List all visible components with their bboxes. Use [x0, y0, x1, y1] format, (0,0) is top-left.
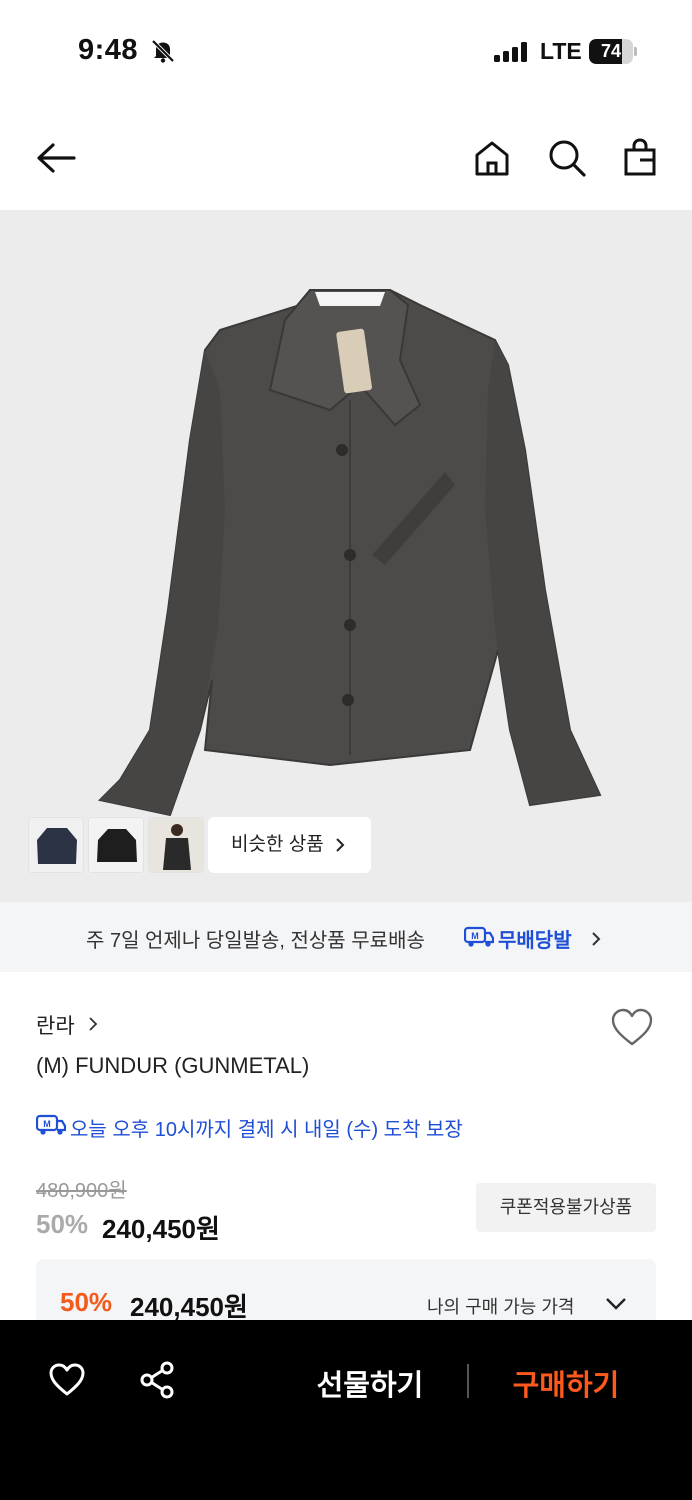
thumbnail-black-jacket[interactable] — [88, 817, 144, 873]
thumbnail-navy-jacket[interactable] — [28, 817, 84, 873]
arrival-guarantee: M 오늘 오후 10시까지 결제 시 내일 (수) 도착 보장 — [36, 1113, 463, 1142]
discount-rate: 50% — [36, 1209, 89, 1239]
svg-text:M: M — [471, 931, 479, 941]
delivery-truck-icon: M — [36, 1114, 66, 1135]
original-price: 480,900원 — [36, 1180, 127, 1202]
bell-off-icon — [151, 39, 175, 63]
share-icon[interactable] — [138, 1360, 178, 1400]
delivery-banner[interactable]: 주 7일 언제나 당일발송, 전상품 무료배송 M 무배당발 — [0, 902, 692, 972]
svg-text:M: M — [43, 1119, 51, 1129]
search-icon[interactable] — [545, 136, 589, 180]
arrival-guarantee-text: 오늘 오후 10시까지 결제 시 내일 (수) 도착 보장 — [70, 1119, 463, 1141]
thumbnail-model-wearing[interactable] — [148, 817, 204, 873]
delivery-truck-icon: M — [464, 926, 494, 947]
sale-price: 240,450원 — [102, 1214, 220, 1244]
my-price-label: 나의 구매 가능 가격 — [427, 1297, 575, 1317]
signal-strength-icon — [494, 42, 527, 62]
battery-icon: 74 — [589, 39, 637, 64]
coupon-unavailable-badge: 쿠폰적용불가상품 — [476, 1183, 656, 1232]
similar-products-label: 비슷한 상품 — [231, 834, 324, 855]
my-price-value: 240,450원 — [130, 1292, 248, 1322]
brand-link[interactable]: 란라 — [36, 1010, 75, 1040]
chevron-right-icon — [89, 1017, 98, 1031]
product-name: (M) FUNDUR (GUNMETAL) — [36, 1053, 310, 1078]
buy-button[interactable]: 구매하기 — [494, 1362, 638, 1404]
bottom-action-bar: 선물하기 구매하기 — [0, 1320, 692, 1500]
status-time: 9:48 — [78, 34, 139, 66]
battery-level: 74 — [600, 41, 622, 61]
similar-products-button[interactable]: 비슷한 상품 — [208, 817, 371, 873]
my-discount-rate: 50% — [60, 1287, 113, 1317]
free-delivery-badge-label: 무배당발 — [498, 930, 572, 952]
gift-button[interactable]: 선물하기 — [300, 1362, 440, 1404]
heart-icon[interactable] — [610, 1008, 654, 1048]
chevron-right-icon — [336, 838, 345, 852]
chevron-down-icon[interactable] — [604, 1295, 628, 1311]
back-arrow-icon[interactable] — [34, 136, 78, 180]
jacket-photo — [0, 210, 692, 902]
product-image[interactable] — [0, 210, 692, 902]
top-navigation — [0, 118, 692, 198]
status-bar: 9:48 LTE 74 — [0, 0, 692, 100]
network-type: LTE — [540, 38, 582, 64]
heart-icon[interactable] — [48, 1363, 86, 1397]
divider — [467, 1364, 469, 1398]
chevron-right-icon — [592, 932, 601, 946]
home-icon[interactable] — [470, 136, 514, 180]
delivery-banner-text: 주 7일 언제나 당일발송, 전상품 무료배송 — [86, 930, 425, 952]
shopping-bag-icon[interactable] — [618, 136, 662, 180]
free-delivery-badge: M 무배당발 — [464, 924, 572, 953]
